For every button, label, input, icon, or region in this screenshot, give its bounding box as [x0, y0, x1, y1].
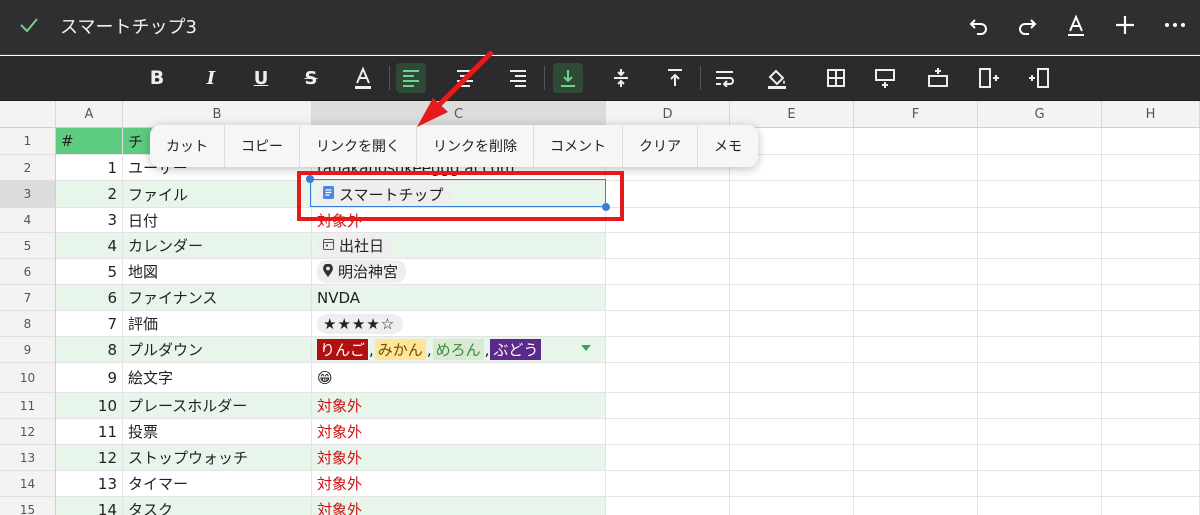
pointer-arrow-icon — [417, 50, 494, 127]
